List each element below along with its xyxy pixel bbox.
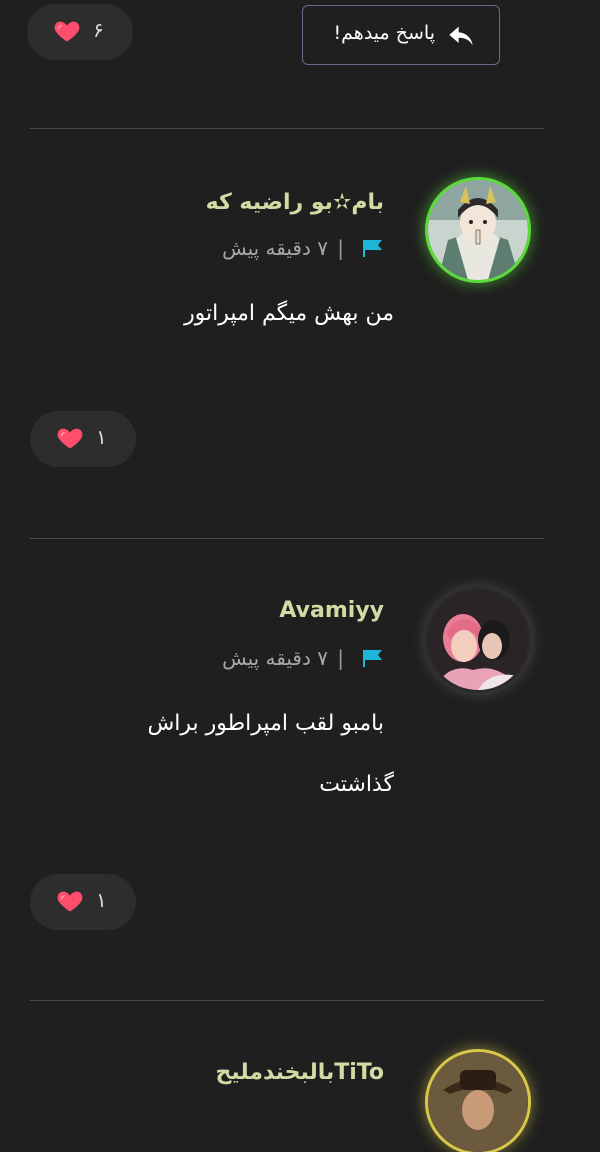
flag-icon[interactable]: [362, 648, 384, 668]
heart-icon: [54, 21, 80, 42]
heart-icon: [57, 428, 83, 449]
comment-text-line: گذاشتت: [319, 772, 394, 797]
heart-icon: [57, 891, 83, 912]
divider: [30, 538, 544, 539]
comment-text: من بهش میگم امپراتور: [184, 301, 394, 326]
avatar-image: [428, 590, 528, 690]
avatar-image: [428, 180, 528, 280]
like-button[interactable]: ۶: [27, 4, 133, 60]
comment-meta: | ۷ دقیقه پیش: [204, 236, 384, 264]
reply-button[interactable]: پاسخ میدهم!: [302, 5, 500, 65]
like-button[interactable]: ۱: [30, 411, 136, 467]
comment-time: ۷ دقیقه پیش: [222, 646, 328, 670]
comment-text-line: بامبو لقب امپراطور براش: [147, 711, 384, 736]
avatar[interactable]: [428, 590, 528, 690]
username[interactable]: TiToبالبخندملیح: [216, 1060, 385, 1085]
like-count: ۶: [93, 18, 104, 42]
divider: [30, 128, 544, 129]
reply-arrow-icon: [449, 26, 473, 46]
meta-separator: |: [337, 646, 344, 670]
avatar[interactable]: [428, 1052, 528, 1152]
like-count: ۱: [96, 425, 107, 449]
comment-meta: | ۷ دقیقه پیش: [204, 646, 384, 674]
like-count: ۱: [96, 888, 107, 912]
flag-icon[interactable]: [362, 238, 384, 258]
avatar-image: [428, 1052, 528, 1152]
avatar[interactable]: [428, 180, 528, 280]
comment-time: ۷ دقیقه پیش: [222, 236, 328, 260]
like-button[interactable]: ۱: [30, 874, 136, 930]
divider: [30, 1000, 544, 1001]
username[interactable]: بام✫بو راضیه که: [206, 190, 384, 215]
reply-label: پاسخ میدهم!: [333, 22, 435, 44]
comment-text: بامبو لقب امپراطور براش گذاشتت: [147, 693, 394, 815]
username[interactable]: Avamiyy: [279, 598, 384, 623]
meta-separator: |: [337, 236, 344, 260]
